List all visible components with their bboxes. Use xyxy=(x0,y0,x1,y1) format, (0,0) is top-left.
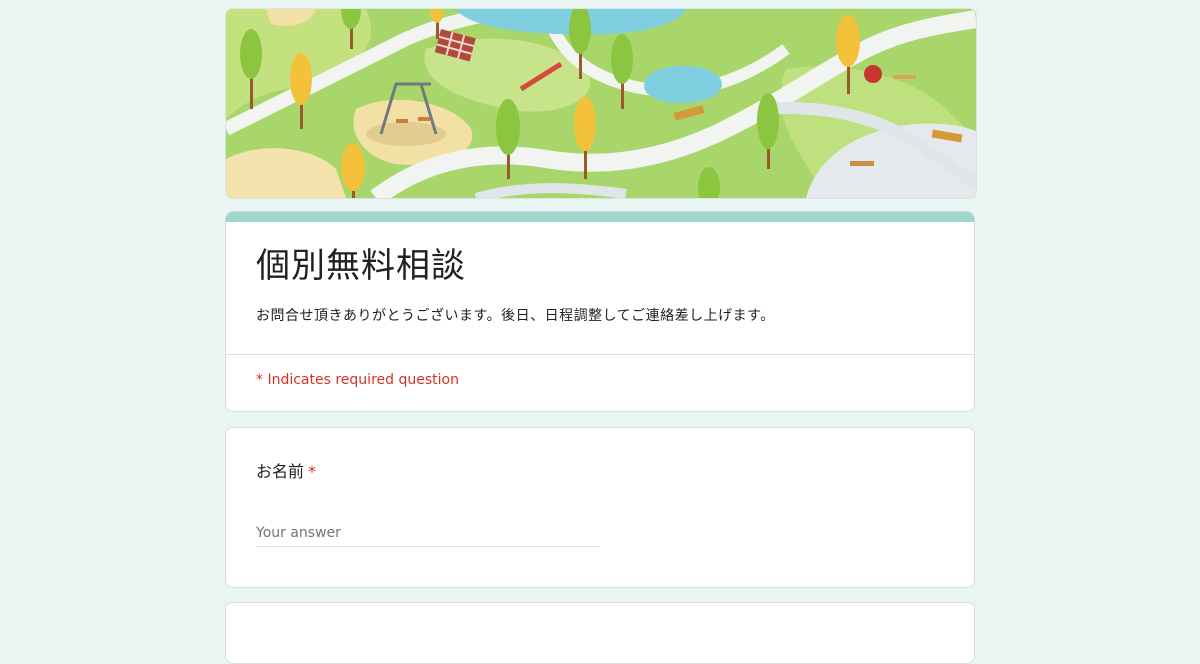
form-title: 個別無料相談 xyxy=(256,246,466,286)
required-indicator-note: * Indicates required question xyxy=(256,372,459,388)
header-banner-image xyxy=(225,8,977,199)
accent-bar xyxy=(226,212,974,222)
form-header-card: 個別無料相談 お問合せ頂きありがとうございます。後日、日程調整してご連絡差し上げ… xyxy=(225,211,975,412)
question-label: お名前 * xyxy=(256,458,316,482)
question-title: お名前 xyxy=(256,462,305,481)
form-description: お問合せ頂きありがとうございます。後日、日程調整してご連絡差し上げます。 xyxy=(256,308,775,324)
divider xyxy=(226,354,974,355)
question-card-next xyxy=(225,602,975,664)
name-answer-input[interactable] xyxy=(256,520,600,547)
question-card-name: お名前 * xyxy=(225,427,975,588)
required-asterisk: * xyxy=(308,462,317,481)
